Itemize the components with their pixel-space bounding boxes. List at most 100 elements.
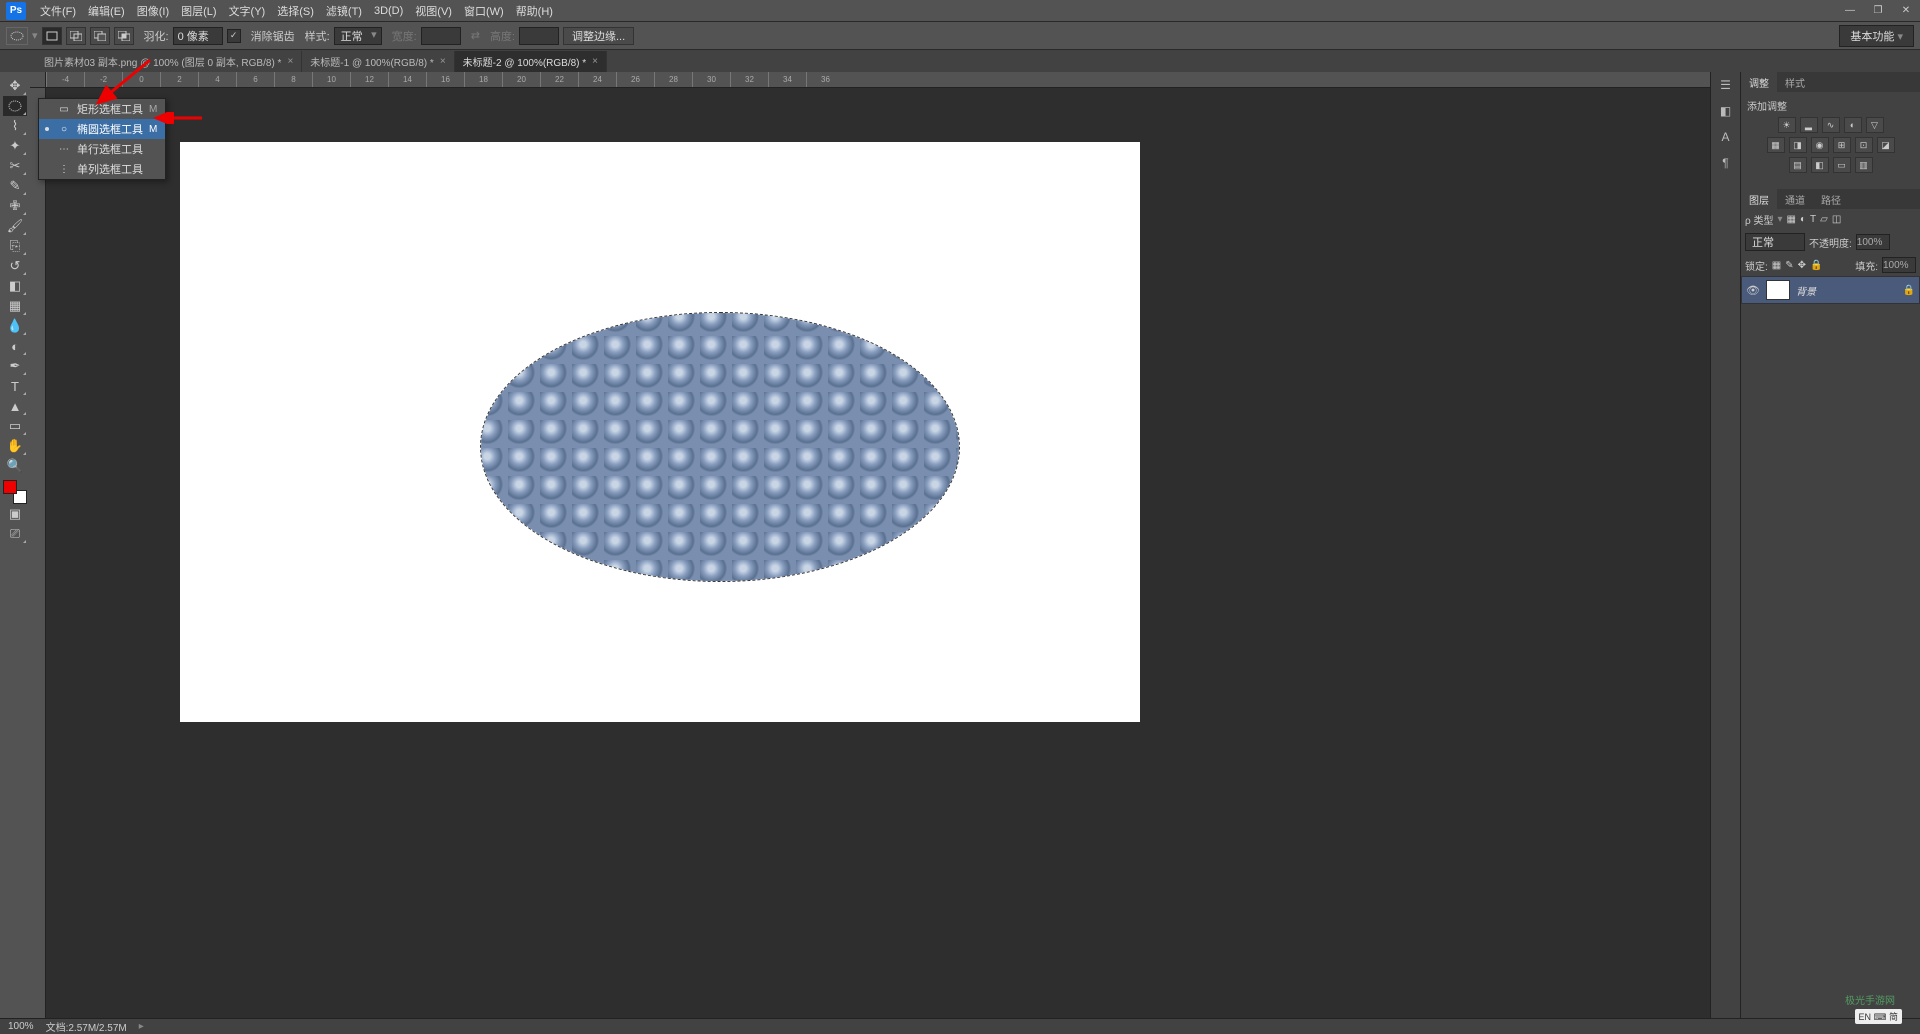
- eyedropper-tool[interactable]: ✎: [3, 176, 27, 196]
- menu-select[interactable]: 选择(S): [271, 3, 320, 19]
- lock-all-icon[interactable]: 🔒: [1810, 260, 1822, 271]
- close-icon[interactable]: ×: [592, 56, 598, 67]
- stamp-tool[interactable]: ⎘: [3, 236, 27, 256]
- screenmode-tool[interactable]: ⎚: [3, 524, 27, 544]
- eraser-tool[interactable]: ◧: [3, 276, 27, 296]
- doc-tab-2[interactable]: 未标题-2 @ 100%(RGB/8) *×: [455, 51, 607, 72]
- selection-subtract-button[interactable]: [90, 27, 110, 45]
- path-select-tool[interactable]: ▲: [3, 396, 27, 416]
- menu-window[interactable]: 窗口(W): [458, 3, 510, 19]
- filter-pixel-icon[interactable]: ▦: [1787, 214, 1796, 225]
- history-brush-tool[interactable]: ↺: [3, 256, 27, 276]
- lock-pixel-icon[interactable]: ✎: [1785, 260, 1793, 271]
- close-icon[interactable]: ×: [287, 56, 293, 67]
- dodge-tool[interactable]: ◐: [3, 336, 27, 356]
- styles-tab[interactable]: 样式: [1777, 72, 1813, 92]
- menu-filter[interactable]: 滤镜(T): [320, 3, 368, 19]
- antialias-checkbox[interactable]: ✓: [227, 29, 241, 43]
- doc-size[interactable]: 文档:2.57M/2.57M: [46, 1019, 127, 1034]
- lock-pos-icon[interactable]: ✥: [1798, 260, 1806, 271]
- adjustments-tab[interactable]: 调整: [1741, 72, 1777, 92]
- layer-thumbnail[interactable]: [1766, 280, 1790, 300]
- layers-tab[interactable]: 图层: [1741, 189, 1777, 209]
- canvas-area[interactable]: -4-2024681012141618202224262830323436: [30, 72, 1710, 1018]
- levels-icon[interactable]: ▂: [1800, 117, 1818, 133]
- flyout-rect-marquee[interactable]: ▭ 矩形选框工具M: [39, 99, 165, 119]
- style-select[interactable]: 正常 ▾: [334, 27, 382, 45]
- marquee-tool[interactable]: [3, 96, 27, 116]
- blur-tool[interactable]: 💧: [3, 316, 27, 336]
- ruler-horizontal[interactable]: -4-2024681012141618202224262830323436: [46, 72, 1710, 88]
- filter-shape-icon[interactable]: ▱: [1820, 214, 1828, 225]
- quickmask-tool[interactable]: ▣: [3, 504, 27, 524]
- posterize-icon[interactable]: ▤: [1789, 157, 1807, 173]
- workspace-switcher[interactable]: 基本功能 ▾: [1839, 25, 1914, 47]
- layer-name-label[interactable]: 背景: [1796, 283, 1816, 298]
- flyout-single-row-marquee[interactable]: ⋯ 单行选框工具: [39, 139, 165, 159]
- lasso-tool[interactable]: ⌇: [3, 116, 27, 136]
- document-canvas[interactable]: [180, 142, 1140, 722]
- selectivecolor-icon[interactable]: ▥: [1855, 157, 1873, 173]
- photofilter-icon[interactable]: ◉: [1811, 137, 1829, 153]
- menu-3d[interactable]: 3D(D): [368, 5, 409, 17]
- feather-input[interactable]: [173, 27, 223, 45]
- selection-add-button[interactable]: [66, 27, 86, 45]
- tool-preset-picker[interactable]: [6, 27, 28, 45]
- healing-tool[interactable]: ✙: [3, 196, 27, 216]
- channels-tab[interactable]: 通道: [1777, 189, 1813, 209]
- crop-tool[interactable]: ✂: [3, 156, 27, 176]
- minimize-button[interactable]: —: [1836, 2, 1864, 20]
- paths-tab[interactable]: 路径: [1813, 189, 1849, 209]
- ruler-origin[interactable]: [30, 72, 46, 88]
- zoom-tool[interactable]: 🔍: [3, 456, 27, 476]
- filter-smart-icon[interactable]: ◫: [1832, 214, 1841, 225]
- filter-type-icon[interactable]: T: [1810, 214, 1816, 225]
- menu-type[interactable]: 文字(Y): [223, 3, 272, 19]
- maximize-button[interactable]: ❐: [1864, 2, 1892, 20]
- ruler-vertical[interactable]: [30, 88, 46, 1018]
- magic-wand-tool[interactable]: ✦: [3, 136, 27, 156]
- layer-background[interactable]: 👁 背景 🔒: [1741, 276, 1920, 304]
- doc-tab-0[interactable]: 图片素材03 副本.png @ 100% (图层 0 副本, RGB/8) *×: [36, 51, 302, 72]
- menu-edit[interactable]: 编辑(E): [82, 3, 131, 19]
- fill-input[interactable]: [1882, 257, 1916, 273]
- bw-icon[interactable]: ◨: [1789, 137, 1807, 153]
- threshold-icon[interactable]: ◧: [1811, 157, 1829, 173]
- selection-intersect-button[interactable]: [114, 27, 134, 45]
- character-panel-icon[interactable]: A: [1716, 128, 1736, 146]
- hand-tool[interactable]: ✋: [3, 436, 27, 456]
- channelmix-icon[interactable]: ⊞: [1833, 137, 1851, 153]
- foreground-color-swatch[interactable]: [3, 480, 17, 494]
- gradient-tool[interactable]: ▦: [3, 296, 27, 316]
- hue-icon[interactable]: ▦: [1767, 137, 1785, 153]
- menu-image[interactable]: 图像(I): [131, 3, 175, 19]
- close-button[interactable]: ✕: [1892, 2, 1920, 20]
- properties-panel-icon[interactable]: ◧: [1716, 102, 1736, 120]
- move-tool[interactable]: ✥: [3, 76, 27, 96]
- menu-layer[interactable]: 图层(L): [175, 3, 222, 19]
- history-panel-icon[interactable]: ☰: [1716, 76, 1736, 94]
- blend-mode-select[interactable]: 正常: [1745, 233, 1805, 251]
- visibility-icon[interactable]: 👁: [1746, 284, 1760, 297]
- opacity-input[interactable]: [1856, 234, 1890, 250]
- brightness-icon[interactable]: ☀: [1778, 117, 1796, 133]
- flyout-single-col-marquee[interactable]: ⋮ 单列选框工具: [39, 159, 165, 179]
- menu-help[interactable]: 帮助(H): [510, 3, 559, 19]
- filter-adj-icon[interactable]: ◐: [1800, 214, 1806, 225]
- zoom-level[interactable]: 100%: [8, 1021, 34, 1032]
- shape-tool[interactable]: ▭: [3, 416, 27, 436]
- menu-file[interactable]: 文件(F): [34, 3, 82, 19]
- menu-view[interactable]: 视图(V): [409, 3, 458, 19]
- vibrance-icon[interactable]: ▽: [1866, 117, 1884, 133]
- flyout-ellipse-marquee[interactable]: ○ 椭圆选框工具M: [39, 119, 165, 139]
- paragraph-panel-icon[interactable]: ¶: [1716, 154, 1736, 172]
- gradmap-icon[interactable]: ▭: [1833, 157, 1851, 173]
- curves-icon[interactable]: ∿: [1822, 117, 1840, 133]
- invert-icon[interactable]: ◪: [1877, 137, 1895, 153]
- brush-tool[interactable]: 🖌: [3, 216, 27, 236]
- color-swatches[interactable]: [3, 480, 27, 504]
- doc-tab-1[interactable]: 未标题-1 @ 100%(RGB/8) *×: [302, 51, 454, 72]
- type-tool[interactable]: T: [3, 376, 27, 396]
- exposure-icon[interactable]: ◐: [1844, 117, 1862, 133]
- lock-trans-icon[interactable]: ▦: [1772, 260, 1781, 271]
